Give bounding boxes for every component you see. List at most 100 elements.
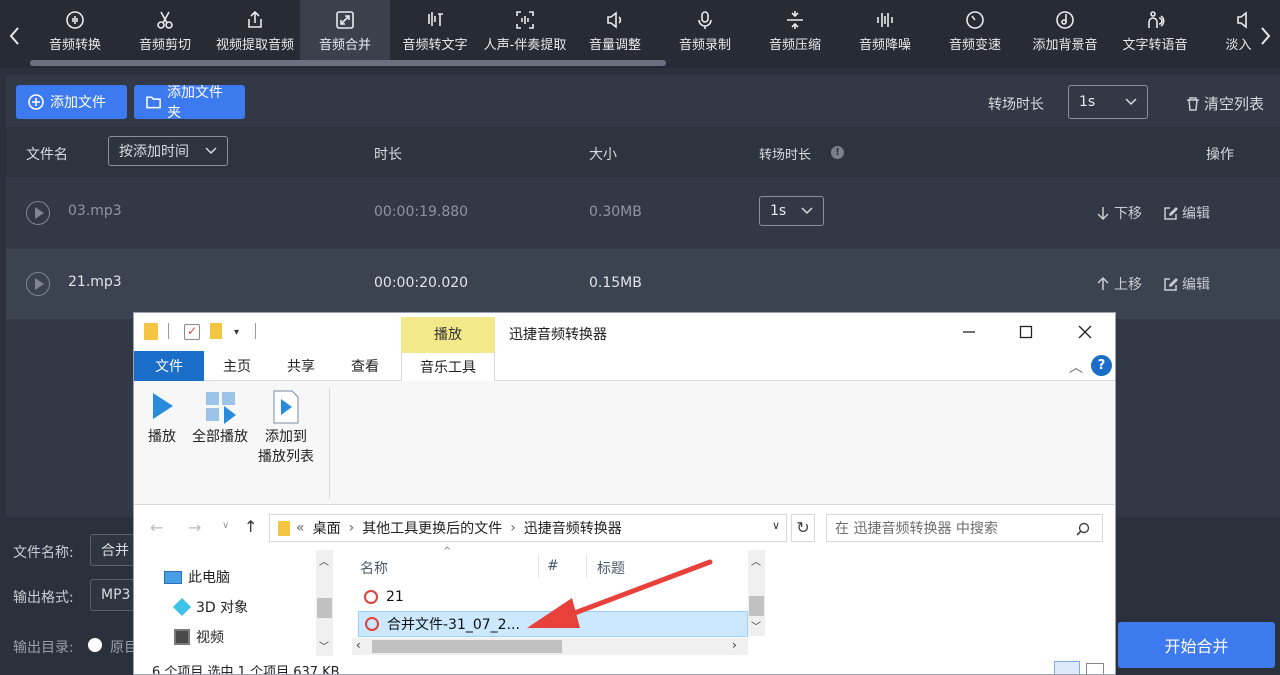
info-icon[interactable]: ! bbox=[831, 146, 844, 159]
tool-volume-adjust[interactable]: 音量调整 bbox=[570, 0, 660, 62]
tool-add-background[interactable]: 添加背景音 bbox=[1020, 0, 1110, 62]
list-hscrollbar[interactable]: ‹ › bbox=[352, 638, 748, 655]
arrow-up-icon bbox=[1097, 277, 1109, 290]
minimize-icon[interactable] bbox=[946, 319, 992, 345]
breadcrumb-desktop[interactable]: 桌面 bbox=[313, 518, 341, 538]
add-to-playlist-button[interactable]: 添加到 播放列表 bbox=[258, 389, 314, 467]
context-tab-play: 播放 bbox=[401, 317, 495, 351]
edit-button[interactable]: 编辑 bbox=[1164, 274, 1210, 294]
properties-icon[interactable]: ✓ bbox=[184, 324, 200, 340]
tool-fade[interactable]: 淡入淡 bbox=[1200, 0, 1252, 62]
large-icons-view-icon[interactable] bbox=[1086, 663, 1104, 674]
tool-vocal-extract[interactable]: 人声-伴奏提取 bbox=[480, 0, 570, 62]
col-transition: 转场时长 bbox=[759, 148, 812, 163]
up-icon[interactable]: ↑ bbox=[244, 517, 257, 536]
row-transition-select[interactable]: 1s bbox=[759, 196, 824, 226]
play-icon[interactable] bbox=[26, 272, 50, 296]
col-name[interactable]: 名称 bbox=[360, 558, 388, 578]
col-number[interactable]: # bbox=[547, 558, 559, 574]
edit-icon bbox=[1164, 277, 1178, 291]
tab-music-tools[interactable]: 音乐工具 bbox=[401, 351, 495, 381]
forward-icon[interactable]: → bbox=[188, 518, 201, 537]
table-row[interactable]: 21.mp3 00:00:20.020 0.15MB 上移 编辑 bbox=[6, 249, 1280, 319]
sort-value: 按添加时间 bbox=[119, 144, 189, 160]
tool-audio-merge[interactable]: 音频合并 bbox=[300, 0, 390, 62]
nav-scrollbar[interactable]: ︿ ﹀ bbox=[316, 550, 333, 656]
scroll-down-icon[interactable]: ﹀ bbox=[319, 638, 329, 653]
tool-audio-convert[interactable]: 音频转换 bbox=[30, 0, 120, 62]
scroll-thumb[interactable] bbox=[372, 640, 562, 653]
tree-3d-objects[interactable]: 3D 对象 bbox=[172, 597, 249, 617]
col-title[interactable]: 标题 bbox=[597, 558, 625, 578]
clear-list-label: 清空列表 bbox=[1204, 95, 1265, 113]
file-size: 0.30MB bbox=[589, 204, 642, 220]
list-vscrollbar[interactable]: ︿ ﹀ bbox=[748, 550, 765, 636]
play-all-button[interactable]: 全部播放 bbox=[192, 391, 248, 447]
tool-text-to-speech[interactable]: 文字转语音 bbox=[1110, 0, 1200, 62]
scroll-right-icon[interactable]: › bbox=[732, 638, 737, 652]
tab-view[interactable]: 查看 bbox=[334, 351, 396, 381]
tool-label: 人声-伴奏提取 bbox=[483, 37, 567, 53]
scroll-down-icon[interactable]: ﹀ bbox=[751, 618, 761, 633]
tool-audio-compress[interactable]: 音频压缩 bbox=[750, 0, 840, 62]
collapse-ribbon-icon[interactable]: ︿ bbox=[1069, 357, 1083, 377]
file-item-selected[interactable]: 合并文件-31_07_2... bbox=[358, 611, 748, 637]
move-up-button[interactable]: 上移 bbox=[1096, 274, 1142, 294]
start-merge-button[interactable]: 开始合并 bbox=[1118, 622, 1275, 668]
scroll-up-icon[interactable]: ︿ bbox=[319, 553, 329, 568]
sort-select[interactable]: 按添加时间 bbox=[108, 136, 228, 166]
back-icon[interactable]: ← bbox=[150, 518, 163, 537]
maximize-icon[interactable] bbox=[1003, 319, 1049, 345]
add-file-button[interactable]: 添加文件 bbox=[16, 85, 127, 119]
col-filename: 文件名 bbox=[26, 147, 68, 163]
output-dir-radio[interactable] bbox=[88, 638, 102, 652]
scroll-up-icon[interactable]: ︿ bbox=[751, 553, 761, 568]
tool-audio-denoise[interactable]: 音频降噪 bbox=[840, 0, 930, 62]
search-input[interactable]: 在 迅捷音频转换器 中搜索 bbox=[826, 514, 1103, 542]
close-icon[interactable] bbox=[1062, 319, 1108, 345]
breadcrumb-overflow[interactable]: « bbox=[296, 520, 305, 536]
breadcrumb-separator: › bbox=[348, 520, 355, 536]
tool-audio-to-text[interactable]: 音频转文字 bbox=[390, 0, 480, 62]
scroll-left-icon[interactable] bbox=[0, 18, 30, 54]
tool-video-extract-audio[interactable]: 视频提取音频 bbox=[210, 0, 300, 62]
tree-label: 视频 bbox=[196, 630, 224, 646]
tab-home[interactable]: 主页 bbox=[206, 351, 268, 381]
tree-label: 3D 对象 bbox=[196, 600, 249, 616]
address-bar[interactable]: « 桌面 › 其他工具更换后的文件 › 迅捷音频转换器 ∨ bbox=[269, 514, 787, 542]
address-bar-row: ← → ∨ ↑ « 桌面 › 其他工具更换后的文件 › 迅捷音频转换器 ∨ ↻ … bbox=[134, 508, 1115, 548]
tree-videos[interactable]: 视频 bbox=[174, 627, 224, 647]
column-divider bbox=[538, 554, 539, 578]
move-down-button[interactable]: 下移 bbox=[1096, 203, 1142, 223]
edit-button[interactable]: 编辑 bbox=[1164, 203, 1210, 223]
address-dropdown-icon[interactable]: ∨ bbox=[772, 519, 780, 532]
navigation-pane: 此电脑 3D 对象 视频 ︿ ﹀ bbox=[134, 550, 339, 660]
toolbar-scrollbar[interactable] bbox=[30, 60, 666, 66]
quick-access-dropdown-icon[interactable]: ▾ bbox=[234, 327, 239, 338]
clear-list-button[interactable]: 清空列表 bbox=[1186, 93, 1264, 114]
tool-audio-record[interactable]: 音频录制 bbox=[660, 0, 750, 62]
tool-audio-cut[interactable]: 音频剪切 bbox=[120, 0, 210, 62]
file-item[interactable]: 21 bbox=[358, 584, 748, 610]
help-icon[interactable]: ? bbox=[1091, 355, 1112, 376]
new-folder-icon[interactable] bbox=[210, 323, 222, 339]
scroll-left-icon[interactable]: ‹ bbox=[356, 638, 361, 652]
scroll-thumb[interactable] bbox=[317, 598, 332, 618]
add-folder-button[interactable]: 添加文件夹 bbox=[134, 85, 245, 121]
transition-select[interactable]: 1s bbox=[1068, 85, 1148, 119]
tab-file[interactable]: 文件 bbox=[134, 351, 204, 381]
breadcrumb-other-tools[interactable]: 其他工具更换后的文件 bbox=[362, 518, 502, 538]
details-view-icon[interactable] bbox=[1054, 661, 1080, 674]
scroll-right-icon[interactable] bbox=[1250, 18, 1280, 54]
tool-audio-speed[interactable]: 音频变速 bbox=[930, 0, 1020, 62]
tree-this-pc[interactable]: 此电脑 bbox=[164, 567, 230, 587]
breadcrumb-current[interactable]: 迅捷音频转换器 bbox=[524, 518, 622, 538]
tab-share[interactable]: 共享 bbox=[270, 351, 332, 381]
refresh-icon[interactable]: ↻ bbox=[791, 514, 815, 542]
play-button[interactable]: 播放 bbox=[148, 391, 176, 447]
recent-dropdown-icon[interactable]: ∨ bbox=[222, 520, 229, 531]
table-row[interactable]: 03.mp3 00:00:19.880 0.30MB 1s 下移 编辑 bbox=[6, 177, 1280, 247]
scroll-thumb[interactable] bbox=[749, 596, 764, 616]
explorer-titlebar: ✓ ▾ 播放 迅捷音频转换器 bbox=[134, 313, 1115, 351]
play-icon[interactable] bbox=[26, 201, 50, 225]
